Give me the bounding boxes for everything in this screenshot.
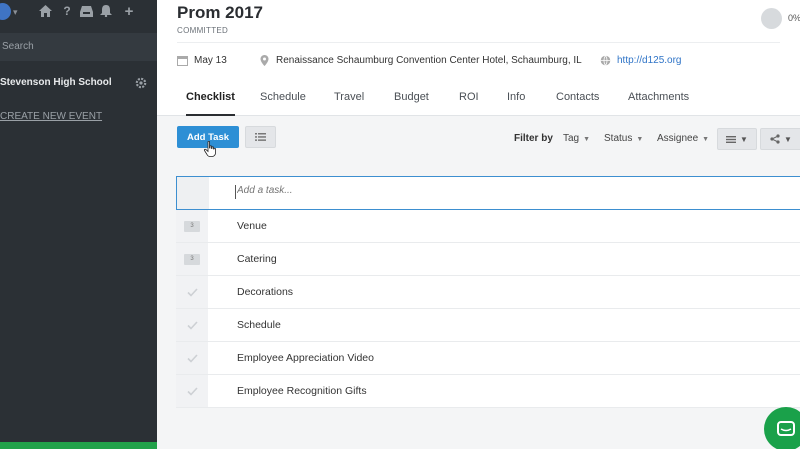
folder-icon[interactable]: 3 xyxy=(184,220,200,232)
filter-assignee-dropdown[interactable]: Assignee ▼ xyxy=(657,133,709,144)
task-gutter: 3 xyxy=(176,243,208,275)
sidebar-toolbar: ▾ ? + xyxy=(0,0,157,26)
task-row[interactable]: Employee Recognition Gifts xyxy=(176,375,800,408)
task-label[interactable]: Employee Recognition Gifts xyxy=(237,385,367,397)
event-location-text: Renaissance Schaumburg Convention Center… xyxy=(276,55,582,66)
calendar-icon xyxy=(177,56,188,66)
menu-icon xyxy=(726,135,737,143)
task-row[interactable]: Employee Appreciation Video xyxy=(176,342,800,375)
filter-status-dropdown[interactable]: Status ▼ xyxy=(604,133,643,144)
tab-contacts[interactable]: Contacts xyxy=(556,91,599,116)
tab-attachments[interactable]: Attachments xyxy=(628,91,689,116)
event-location[interactable]: Renaissance Schaumburg Convention Center… xyxy=(259,55,582,66)
checkmark-icon[interactable] xyxy=(186,320,198,330)
list-icon xyxy=(255,133,266,141)
add-task-input[interactable] xyxy=(237,185,617,196)
tab-checklist[interactable]: Checklist xyxy=(186,91,235,116)
chevron-down-icon: ▼ xyxy=(740,134,748,144)
list-view-button[interactable] xyxy=(245,126,276,148)
map-pin-icon xyxy=(260,55,269,66)
task-label[interactable]: Venue xyxy=(237,220,267,232)
share-icon xyxy=(770,134,780,144)
chat-icon xyxy=(777,420,795,436)
bell-icon[interactable] xyxy=(99,4,113,18)
page-title: Prom 2017 xyxy=(177,3,263,22)
task-gutter xyxy=(177,177,209,209)
divider xyxy=(177,42,780,43)
task-label[interactable]: Catering xyxy=(237,253,277,265)
status-badge[interactable]: COMMITTED xyxy=(177,26,228,35)
filter-assignee-label: Assignee xyxy=(657,133,699,144)
checkmark-icon[interactable] xyxy=(186,287,198,297)
add-task-row[interactable] xyxy=(176,176,800,210)
task-gutter xyxy=(176,342,208,374)
folder-icon[interactable]: 3 xyxy=(184,253,200,265)
filter-by-label: Filter by xyxy=(514,133,553,144)
tab-bar: Checklist Schedule Travel Budget ROI Inf… xyxy=(157,86,800,116)
school-name[interactable]: Stevenson High School xyxy=(0,77,112,88)
gear-icon[interactable] xyxy=(135,76,147,89)
event-date[interactable]: May 13 xyxy=(177,55,227,66)
task-label[interactable]: Employee Appreciation Video xyxy=(237,352,374,364)
tab-travel[interactable]: Travel xyxy=(334,91,364,116)
globe-icon xyxy=(600,55,611,66)
progress-text: 0% xyxy=(788,13,800,23)
task-gutter xyxy=(176,276,208,308)
progress-circle xyxy=(761,8,782,29)
create-event-link[interactable]: CREATE NEW EVENT xyxy=(0,111,102,122)
task-row[interactable]: Schedule xyxy=(176,309,800,342)
filter-tag-dropdown[interactable]: Tag ▼ xyxy=(563,133,590,144)
filter-status-label: Status xyxy=(604,133,633,144)
filter-tag-label: Tag xyxy=(563,133,580,144)
chevron-down-icon: ▼ xyxy=(636,136,644,143)
event-date-text: May 13 xyxy=(194,55,227,66)
task-row[interactable]: 3 Venue xyxy=(176,210,800,243)
task-label[interactable]: Decorations xyxy=(237,286,293,298)
event-header: Prom 2017 COMMITTED 0% May 13 Renaissanc… xyxy=(157,0,800,116)
chevron-down-icon[interactable]: ▾ xyxy=(13,7,18,18)
help-icon[interactable]: ? xyxy=(60,4,74,18)
main-panel: Prom 2017 COMMITTED 0% May 13 Renaissanc… xyxy=(157,0,800,449)
sidebar-bottom-bar xyxy=(0,442,157,449)
tab-schedule[interactable]: Schedule xyxy=(260,91,306,116)
sidebar-search[interactable]: Search xyxy=(0,33,157,61)
checkmark-icon[interactable] xyxy=(186,353,198,363)
search-label[interactable]: Search xyxy=(2,41,34,52)
task-gutter xyxy=(176,309,208,341)
tab-info[interactable]: Info xyxy=(507,91,525,116)
task-gutter xyxy=(176,375,208,407)
share-button[interactable]: ▼ xyxy=(760,128,800,150)
chat-button[interactable] xyxy=(764,407,800,449)
avatar[interactable] xyxy=(0,3,11,20)
home-icon[interactable] xyxy=(38,4,52,18)
pointer-cursor-icon xyxy=(204,141,216,157)
tab-roi[interactable]: ROI xyxy=(459,91,479,116)
task-label[interactable]: Schedule xyxy=(237,319,281,331)
chevron-down-icon: ▼ xyxy=(702,136,710,143)
sidebar: ▾ ? + Search Stevenson High School CREAT… xyxy=(0,0,157,449)
task-row[interactable]: 3 Catering xyxy=(176,243,800,276)
website-link[interactable]: http://d125.org xyxy=(617,55,682,66)
task-row[interactable]: Decorations xyxy=(176,276,800,309)
text-caret xyxy=(235,185,236,199)
plus-icon[interactable]: + xyxy=(122,3,136,20)
task-gutter: 3 xyxy=(176,210,208,242)
view-options-button[interactable]: ▼ xyxy=(717,128,757,150)
chevron-down-icon: ▼ xyxy=(583,136,591,143)
checkmark-icon[interactable] xyxy=(186,386,198,396)
event-website[interactable]: http://d125.org xyxy=(600,55,682,66)
tab-budget[interactable]: Budget xyxy=(394,91,429,116)
inbox-icon[interactable] xyxy=(79,4,93,18)
chevron-down-icon: ▼ xyxy=(784,134,792,144)
